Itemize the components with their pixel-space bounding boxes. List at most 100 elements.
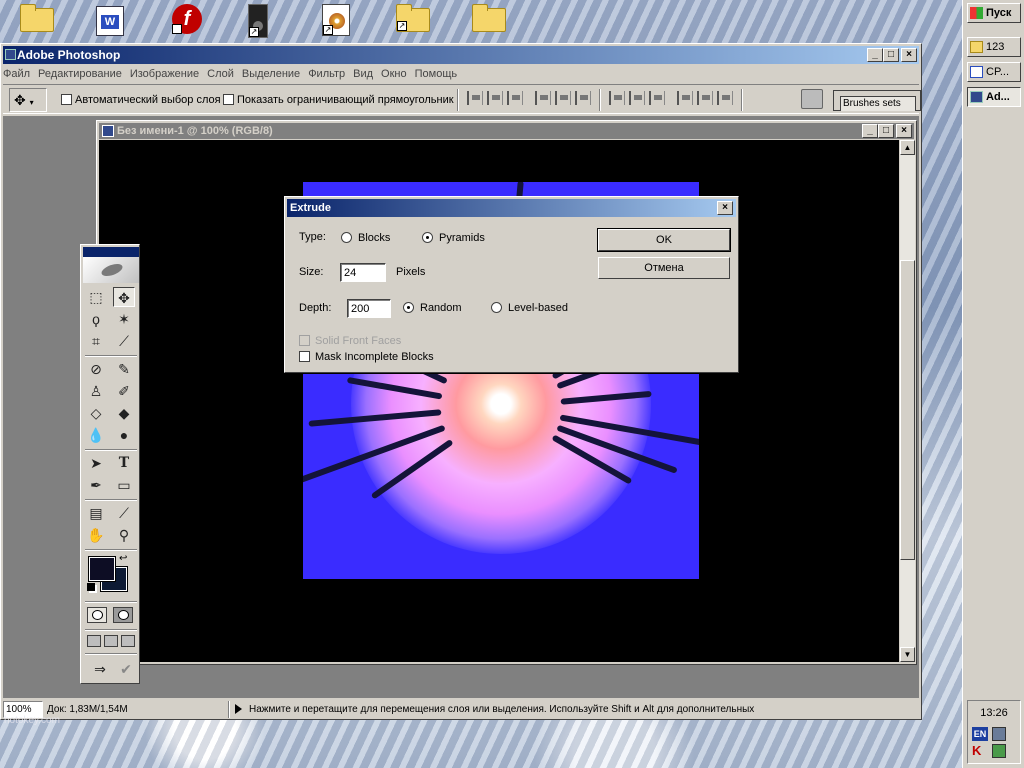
minimize-button[interactable]: _ <box>867 48 883 62</box>
crop-tool-icon[interactable]: ⌗ <box>85 331 107 351</box>
taskbar-item-123[interactable]: 123 <box>967 37 1021 57</box>
speaker-icon[interactable]: ↗ <box>248 4 268 38</box>
lasso-tool-icon[interactable]: ϙ <box>85 309 107 329</box>
zoom-tool-icon[interactable]: ⚲ <box>113 525 135 545</box>
depth-level-based-radio[interactable]: Level-based <box>491 302 568 314</box>
antivirus-icon[interactable]: K <box>972 744 988 758</box>
screen-mode-standard-icon[interactable] <box>87 635 101 647</box>
move-tool-icon[interactable]: ✥ <box>113 287 135 307</box>
menu-layer[interactable]: Слой <box>207 65 240 83</box>
play-arrow-icon[interactable] <box>235 704 242 714</box>
menu-filter[interactable]: Фильтр <box>308 65 351 83</box>
quickmask-mode-button[interactable] <box>113 607 133 623</box>
align-vcenter-icon[interactable] <box>487 91 503 105</box>
file-browser-icon[interactable] <box>801 89 823 109</box>
distribute-right-icon[interactable] <box>717 91 733 105</box>
slice-tool-icon[interactable]: ⟋ <box>113 331 135 351</box>
ok-button[interactable]: OK <box>597 228 731 252</box>
type-tool-icon[interactable]: T <box>113 453 135 473</box>
menu-select[interactable]: Выделение <box>242 65 306 83</box>
solid-front-faces-checkbox[interactable]: Solid Front Faces <box>299 335 401 347</box>
photoshop-titlebar[interactable]: Adobe Photoshop _ □ × <box>3 46 919 64</box>
show-bounding-box-checkbox[interactable]: Показать ограничивающий прямоугольник <box>223 94 454 106</box>
rectangle-tool-icon[interactable]: ▭ <box>113 475 135 495</box>
network-icon[interactable] <box>992 727 1006 741</box>
pen-tool-icon[interactable]: ✒ <box>85 475 107 495</box>
language-indicator[interactable]: EN <box>972 727 988 741</box>
depth-random-radio[interactable]: Random <box>403 302 462 314</box>
align-bottom-icon[interactable] <box>507 91 523 105</box>
cd-icon[interactable]: ↗ <box>322 4 350 36</box>
doc-maximize-button[interactable]: □ <box>878 124 894 138</box>
distribute-vcenter-icon[interactable] <box>629 91 645 105</box>
jump-to-imageready-icon[interactable]: ⇒ <box>87 659 113 679</box>
word-doc-icon[interactable]: W <box>96 6 124 36</box>
taskbar-item-cp[interactable]: CP... <box>967 62 1021 82</box>
checkmark-icon[interactable]: ✔ <box>115 659 137 679</box>
screen-mode-menu-icon[interactable] <box>104 635 118 647</box>
size-input[interactable] <box>340 263 386 282</box>
standard-mode-button[interactable] <box>87 607 107 623</box>
swap-colors-icon[interactable]: ↩ <box>119 553 127 564</box>
screen-mode-full-icon[interactable] <box>121 635 135 647</box>
depth-input[interactable] <box>347 299 391 318</box>
folder-icon[interactable] <box>472 4 506 32</box>
close-button[interactable]: × <box>901 48 917 62</box>
mask-incomplete-blocks-checkbox[interactable]: Mask Incomplete Blocks <box>299 351 434 363</box>
close-icon[interactable]: × <box>717 201 733 215</box>
menu-window[interactable]: Окно <box>381 65 413 83</box>
eraser-tool-icon[interactable]: ◇ <box>85 403 107 423</box>
scroll-thumb[interactable] <box>900 260 915 560</box>
default-colors-icon[interactable] <box>87 583 95 591</box>
distribute-hcenter-icon[interactable] <box>697 91 713 105</box>
align-hcenter-icon[interactable] <box>555 91 571 105</box>
tool-preset-picker[interactable]: ✥ ▾ <box>9 88 47 112</box>
start-button[interactable]: Пуск <box>967 3 1021 23</box>
history-brush-icon[interactable]: ✐ <box>113 381 135 401</box>
brush-tool-icon[interactable]: ✎ <box>113 359 135 379</box>
feather-logo-icon[interactable] <box>83 257 139 283</box>
vertical-scrollbar[interactable]: ▲ ▼ <box>900 140 915 662</box>
scroll-down-icon[interactable]: ▼ <box>900 647 915 662</box>
menu-file[interactable]: Файл <box>3 65 36 83</box>
stamp-tool-icon[interactable]: ♙ <box>85 381 107 401</box>
align-right-icon[interactable] <box>575 91 591 105</box>
folder-open-icon[interactable] <box>20 4 54 32</box>
eyedropper-icon[interactable]: ⟋ <box>113 503 135 523</box>
paint-bucket-icon[interactable]: ◆ <box>113 403 135 423</box>
document-titlebar[interactable]: Без имени-1 @ 100% (RGB/8) _ □ × <box>99 123 914 139</box>
scroll-up-icon[interactable]: ▲ <box>900 140 915 155</box>
dialog-titlebar[interactable]: Extrude × <box>287 199 736 217</box>
distribute-top-icon[interactable] <box>609 91 625 105</box>
path-selection-icon[interactable]: ➤ <box>85 453 107 473</box>
tray-app-icon[interactable] <box>992 744 1006 758</box>
hand-tool-icon[interactable]: ✋ <box>85 525 107 545</box>
menu-view[interactable]: Вид <box>353 65 379 83</box>
distribute-left-icon[interactable] <box>677 91 693 105</box>
align-top-icon[interactable] <box>467 91 483 105</box>
marquee-tool-icon[interactable]: ⬚ <box>85 287 107 307</box>
cancel-button[interactable]: Отмена <box>598 257 730 279</box>
blur-tool-icon[interactable]: 💧 <box>85 425 107 445</box>
magic-wand-icon[interactable]: ✶ <box>113 309 135 329</box>
doc-minimize-button[interactable]: _ <box>862 124 878 138</box>
folder-icon[interactable]: ↗ <box>396 4 430 32</box>
doc-close-button[interactable]: × <box>896 124 912 138</box>
burn-tool-icon[interactable]: ● <box>113 425 135 445</box>
toolbox-titlebar[interactable] <box>83 247 139 257</box>
auto-select-layer-checkbox[interactable]: Автоматический выбор слоя <box>61 94 221 106</box>
maximize-button[interactable]: □ <box>883 48 899 62</box>
flash-icon[interactable]: f ↗ <box>172 4 202 34</box>
menu-edit[interactable]: Редактирование <box>38 65 128 83</box>
align-left-icon[interactable] <box>535 91 551 105</box>
distribute-bottom-icon[interactable] <box>649 91 665 105</box>
menu-help[interactable]: Помощь <box>415 65 464 83</box>
type-pyramids-radio[interactable]: Pyramids <box>422 232 485 244</box>
healing-brush-icon[interactable]: ⊘ <box>85 359 107 379</box>
brushes-tab[interactable]: Brushes sets <box>840 96 916 111</box>
menu-image[interactable]: Изображение <box>130 65 205 83</box>
foreground-color-swatch[interactable] <box>88 556 116 582</box>
taskbar-item-photoshop[interactable]: Ad... <box>967 87 1021 107</box>
notes-tool-icon[interactable]: ▤ <box>85 503 107 523</box>
type-blocks-radio[interactable]: Blocks <box>341 232 390 244</box>
